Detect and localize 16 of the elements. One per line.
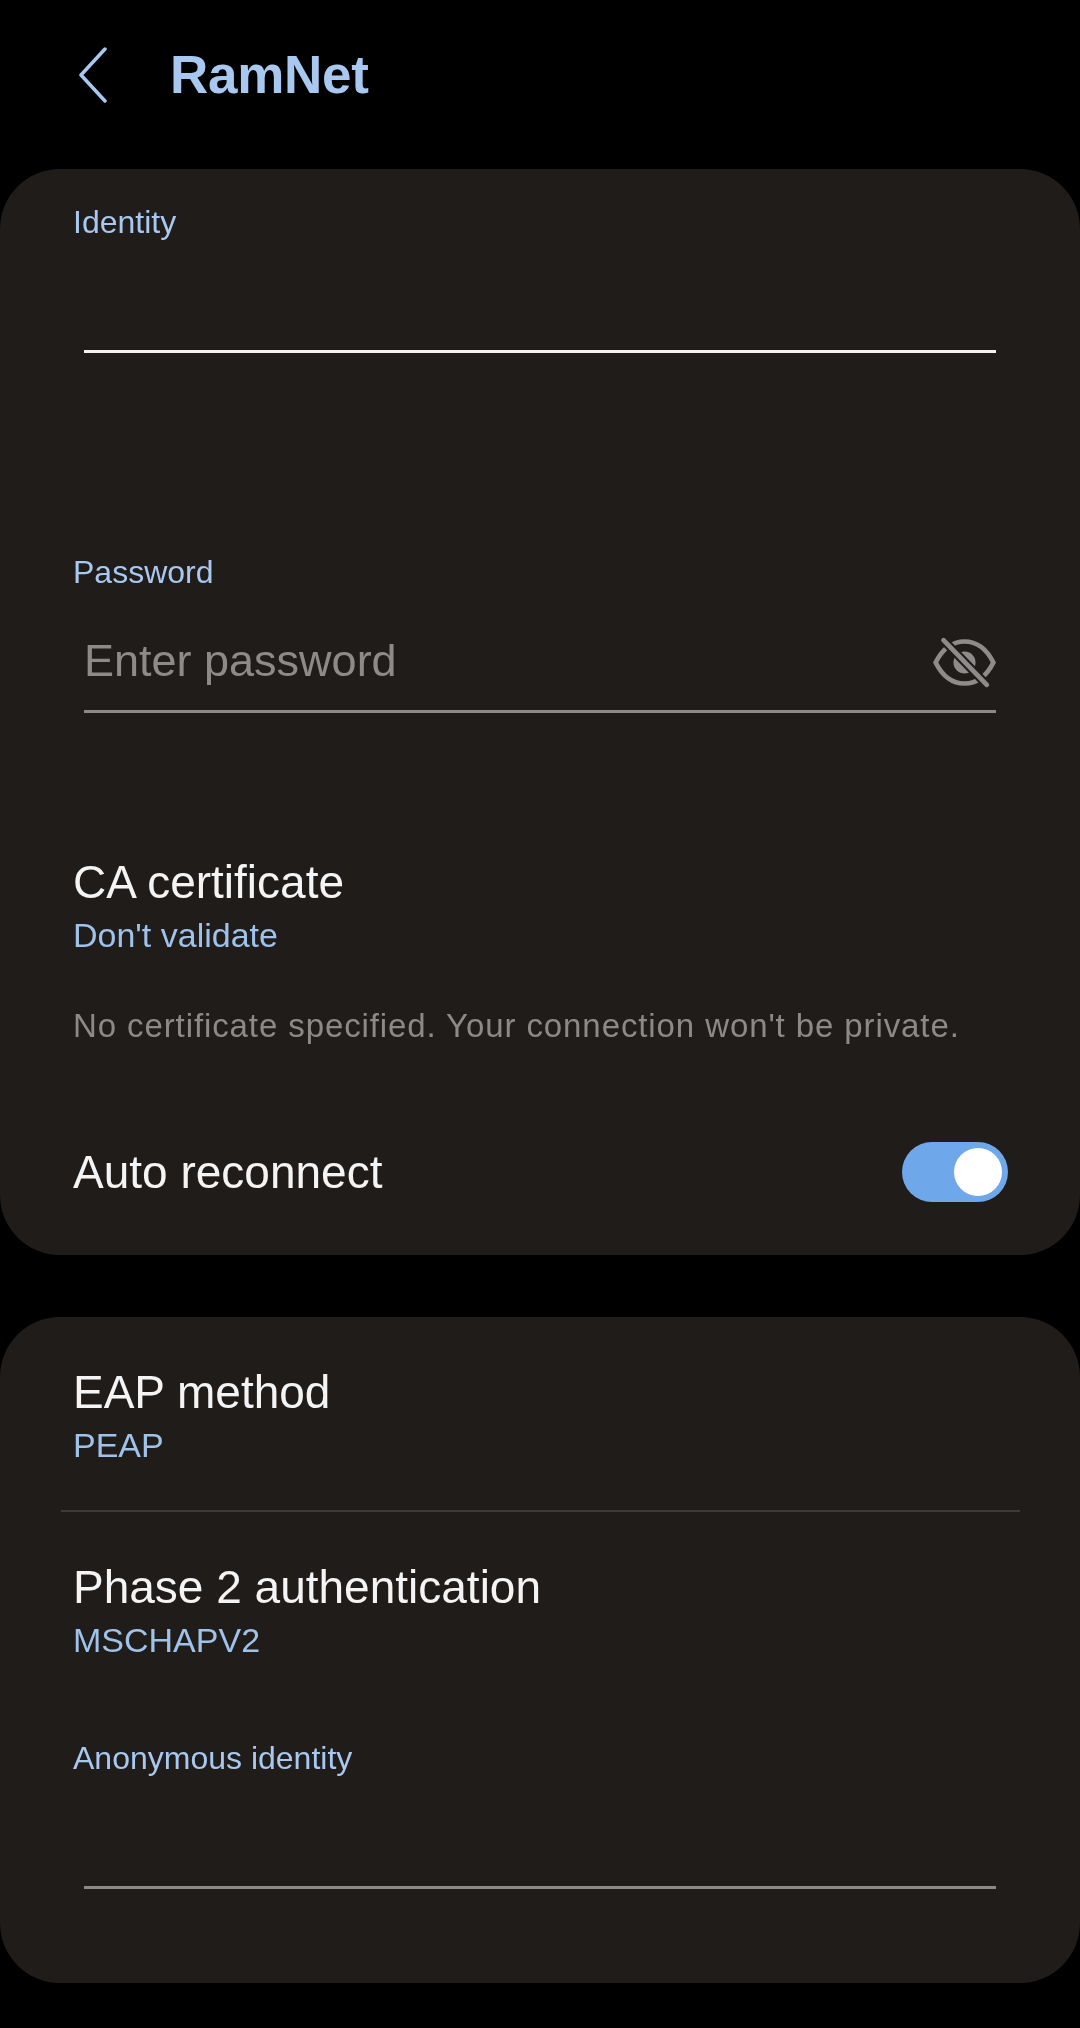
- setting-value: MSCHAPV2: [73, 1620, 261, 1660]
- setting-title[interactable]: CA certificate: [73, 855, 344, 909]
- field-label: Identity: [73, 203, 177, 241]
- field-label: Password: [73, 553, 214, 591]
- setting-value: Don't validate: [73, 915, 278, 955]
- switch-label: Auto reconnect: [73, 1145, 383, 1199]
- password-field[interactable]: Enter password: [84, 591, 996, 713]
- info-text: No certificate specified. Your connection won't be private.: [73, 1007, 960, 1045]
- eye-slash-icon[interactable]: [933, 636, 996, 689]
- toggle-switch[interactable]: [902, 1142, 1008, 1202]
- field-label: Anonymous identity: [73, 1739, 353, 1777]
- setting-value: PEAP: [73, 1425, 164, 1465]
- setting-title[interactable]: EAP method: [73, 1365, 331, 1419]
- back-icon[interactable]: [78, 47, 108, 103]
- setting-title[interactable]: Phase 2 authentication: [73, 1560, 542, 1614]
- page-title: RamNet: [170, 44, 369, 106]
